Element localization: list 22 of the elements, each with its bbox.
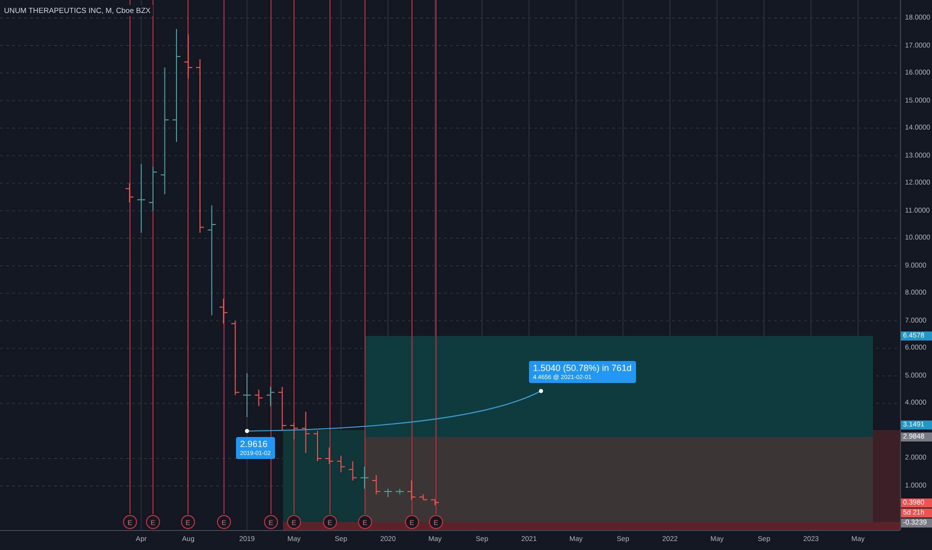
price-bar xyxy=(242,372,252,418)
price-bar xyxy=(278,386,287,432)
price-bar xyxy=(418,494,428,500)
price-bar xyxy=(313,430,322,462)
price-bar xyxy=(266,386,275,407)
price-bar xyxy=(372,474,381,495)
price-bar xyxy=(125,182,134,203)
price-bar xyxy=(219,298,228,324)
price-bar xyxy=(136,163,146,234)
price-bar xyxy=(148,166,158,212)
price-bar xyxy=(384,488,392,498)
price-bar xyxy=(360,466,369,490)
price-bar xyxy=(430,499,440,506)
price-bar xyxy=(395,488,404,495)
price-bar xyxy=(336,455,346,473)
price-bar xyxy=(184,34,193,80)
price-bar xyxy=(301,411,310,454)
price-bar xyxy=(348,460,358,481)
price-bar xyxy=(254,389,264,407)
price-bar xyxy=(324,446,334,464)
price-bar xyxy=(407,480,416,500)
price-bar xyxy=(290,422,298,440)
